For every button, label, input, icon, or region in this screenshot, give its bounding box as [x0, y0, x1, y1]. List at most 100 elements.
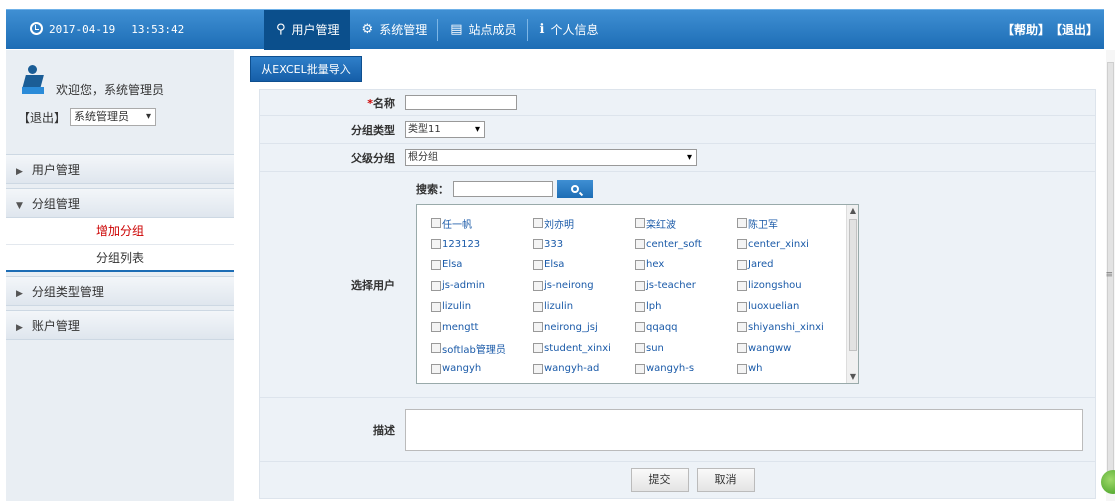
user-checkbox-item[interactable]: 栾红波	[635, 213, 737, 234]
checkbox[interactable]	[533, 259, 543, 270]
checkbox[interactable]	[635, 259, 645, 270]
user-checkbox-item[interactable]: qqaqq	[635, 317, 737, 338]
checkbox[interactable]	[431, 218, 441, 229]
user-search-input[interactable]	[453, 181, 553, 197]
user-checkbox-item[interactable]: neirong_jsj	[533, 317, 635, 338]
user-checkbox-item[interactable]: lizongshou	[737, 275, 839, 296]
submenu-add-group[interactable]: 增加分组	[6, 218, 234, 245]
user-checkbox-item[interactable]: 任一帆	[431, 213, 533, 234]
user-checkbox-item[interactable]: js-teacher	[635, 275, 737, 296]
user-checkbox-item[interactable]: wangww	[737, 338, 839, 359]
checkbox[interactable]	[431, 322, 441, 333]
resize-grip-icon[interactable]: ≡	[1105, 270, 1113, 280]
checkbox[interactable]	[737, 343, 747, 354]
search-button[interactable]	[557, 180, 593, 198]
user-name: luoxuelian	[748, 301, 800, 313]
role-select[interactable]: 系统管理员	[70, 108, 157, 126]
submit-button[interactable]: 提交	[630, 468, 689, 492]
scroll-thumb[interactable]	[849, 219, 857, 351]
scroll-down-icon[interactable]: ▼	[847, 371, 859, 383]
user-checkbox-item[interactable]: js-admin	[431, 275, 533, 296]
tab-user-management[interactable]: ⚲ 用户管理	[264, 10, 350, 50]
floating-widget-icon[interactable]	[1101, 470, 1115, 494]
user-checkbox-item[interactable]: center_xinxi	[737, 234, 839, 255]
checkbox[interactable]	[431, 259, 441, 270]
checkbox[interactable]	[635, 363, 645, 374]
user-checkbox-item[interactable]: wangyh	[431, 359, 533, 380]
user-checkbox-item[interactable]: softlab管理员	[431, 338, 533, 359]
user-checkbox-item[interactable]: 333	[533, 234, 635, 255]
user-checkbox-item[interactable]: lizulin	[431, 296, 533, 317]
user-checkbox-item[interactable]: js-neirong	[533, 275, 635, 296]
sidebar-logout-link[interactable]: 【退出】	[18, 109, 66, 126]
checkbox[interactable]	[737, 239, 747, 250]
menu-group-management[interactable]: ▼ 分组管理	[6, 188, 234, 218]
user-checkbox-item[interactable]: 陈卫军	[737, 213, 839, 234]
cancel-button[interactable]: 取消	[696, 468, 755, 492]
add-group-form: *名称 分组类型 类型11 父级分组 根分组 选择用户 搜索： 任一帆 刘亦明 栾红…	[259, 89, 1096, 499]
name-input[interactable]	[405, 95, 517, 110]
user-name: wh	[748, 363, 763, 375]
user-checkbox-item[interactable]: lph	[635, 296, 737, 317]
user-checkbox-item[interactable]: wh	[737, 359, 839, 380]
gear-icon: ⚙	[361, 22, 374, 37]
checkbox[interactable]	[737, 301, 747, 312]
checkbox[interactable]	[533, 218, 543, 229]
scroll-up-icon[interactable]: ▲	[847, 205, 859, 217]
checkbox[interactable]	[635, 322, 645, 333]
checkbox[interactable]	[431, 363, 441, 374]
tab-personal-info[interactable]: ℹ 个人信息	[528, 10, 609, 50]
user-name: center_soft	[646, 238, 702, 250]
menu-label: 用户管理	[31, 163, 80, 177]
menu-account-management[interactable]: ▶ 账户管理	[6, 310, 234, 340]
user-checkbox-item[interactable]: Elsa	[431, 255, 533, 276]
user-checkbox-item[interactable]: shiyanshi_xinxi	[737, 317, 839, 338]
checkbox[interactable]	[431, 239, 441, 250]
description-textarea[interactable]	[405, 408, 1083, 451]
checkbox[interactable]	[635, 301, 645, 312]
checkbox[interactable]	[635, 280, 645, 291]
excel-import-button[interactable]: 从EXCEL批量导入	[250, 56, 362, 82]
user-checkbox-item[interactable]: wangyh-ad	[533, 359, 635, 380]
user-checkbox-item[interactable]: luoxuelian	[737, 296, 839, 317]
checkbox[interactable]	[737, 218, 747, 229]
parent-group-select[interactable]: 根分组	[405, 149, 697, 166]
checkbox[interactable]	[533, 322, 543, 333]
tab-site-members[interactable]: ▤ 站点成员	[438, 10, 526, 50]
checkbox[interactable]	[533, 363, 543, 374]
user-checkbox-item[interactable]: mengtt	[431, 317, 533, 338]
checkbox[interactable]	[431, 301, 441, 312]
checkbox[interactable]	[533, 301, 543, 312]
checkbox[interactable]	[635, 343, 645, 354]
user-checkbox-item[interactable]: lizulin	[533, 296, 635, 317]
user-checkbox-item[interactable]: hex	[635, 255, 737, 276]
checkbox[interactable]	[737, 322, 747, 333]
group-type-select[interactable]: 类型11	[405, 121, 485, 138]
user-checkbox-item[interactable]: wangyh-s	[635, 359, 737, 380]
checkbox[interactable]	[635, 218, 645, 229]
checkbox[interactable]	[737, 363, 747, 374]
checkbox[interactable]	[533, 280, 543, 291]
tab-system-management[interactable]: ⚙ 系统管理	[350, 10, 438, 50]
user-checkbox-item[interactable]: student_xinxi	[533, 338, 635, 359]
user-list-scrollbar[interactable]: ▲ ▼	[846, 205, 858, 383]
menu-user-management[interactable]: ▶ 用户管理	[6, 154, 234, 184]
user-checkbox-item[interactable]: sun	[635, 338, 737, 359]
user-checkbox-item[interactable]: Elsa	[533, 255, 635, 276]
checkbox[interactable]	[737, 280, 747, 291]
user-checkbox-item[interactable]: Jared	[737, 255, 839, 276]
checkbox[interactable]	[431, 343, 441, 354]
exit-link[interactable]: 【退出】	[1056, 23, 1098, 37]
user-checkbox-item[interactable]: center_soft	[635, 234, 737, 255]
submenu-group-list[interactable]: 分组列表	[6, 245, 234, 272]
checkbox[interactable]	[533, 239, 543, 250]
user-checkbox-item[interactable]: 刘亦明	[533, 213, 635, 234]
checkbox[interactable]	[533, 343, 543, 354]
checkbox[interactable]	[737, 259, 747, 270]
help-link[interactable]: 【帮助】	[1002, 23, 1050, 37]
user-checkbox-item[interactable]: 123123	[431, 234, 533, 255]
tab-label: 系统管理	[379, 23, 428, 37]
checkbox[interactable]	[431, 280, 441, 291]
menu-group-type-management[interactable]: ▶ 分组类型管理	[6, 276, 234, 306]
checkbox[interactable]	[635, 239, 645, 250]
